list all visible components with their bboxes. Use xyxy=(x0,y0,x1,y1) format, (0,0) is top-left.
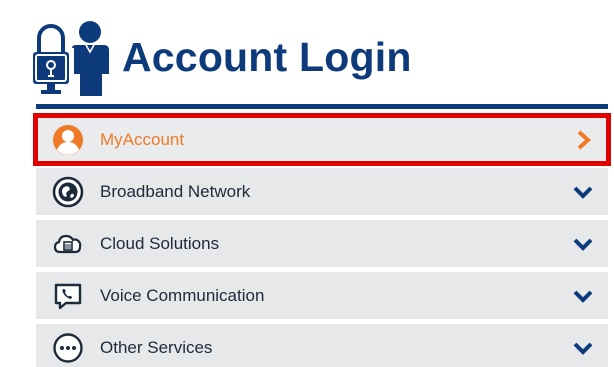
phone-icon xyxy=(54,283,82,309)
more-icon xyxy=(53,332,83,363)
lock-user-icon xyxy=(33,21,109,96)
menu-item-label: MyAccount xyxy=(100,129,185,149)
chevron-down-icon[interactable] xyxy=(572,181,594,203)
page-header: Account Login xyxy=(30,18,412,96)
chevron-down-icon[interactable] xyxy=(572,285,594,307)
service-menu: MyAccount Broadband Network Cloud Soluti… xyxy=(33,113,611,367)
menu-item-label: Broadband Network xyxy=(100,181,251,201)
globe-icon xyxy=(52,176,84,207)
menu-item-cloud-solutions[interactable]: Cloud Solutions xyxy=(36,220,608,267)
menu-item-voice-communication[interactable]: Voice Communication xyxy=(36,272,608,319)
menu-item-myaccount[interactable]: MyAccount xyxy=(33,113,611,166)
header-divider xyxy=(36,104,608,109)
login-page: Account Login MyAccount Broadband Networ… xyxy=(0,0,614,367)
menu-item-other-services[interactable]: Other Services xyxy=(36,324,608,367)
user-icon xyxy=(53,124,83,155)
cloud-icon xyxy=(53,234,82,253)
menu-item-label: Cloud Solutions xyxy=(100,233,220,253)
chevron-down-icon[interactable] xyxy=(572,233,594,255)
menu-item-label: Other Services xyxy=(100,337,213,357)
chevron-down-icon[interactable] xyxy=(572,337,594,359)
page-title: Account Login xyxy=(122,33,412,80)
menu-item-label: Voice Communication xyxy=(100,285,265,305)
chevron-right-icon[interactable] xyxy=(572,129,594,151)
menu-item-broadband-network[interactable]: Broadband Network xyxy=(36,168,608,215)
